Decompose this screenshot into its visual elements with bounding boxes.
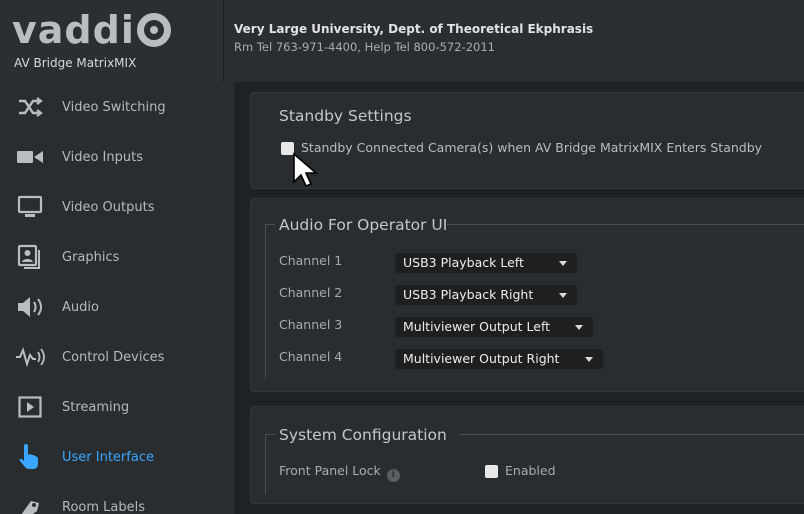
shuffle-icon [10,92,50,122]
sidebar-item-video-inputs[interactable]: Video Inputs [0,132,234,182]
audio-operator-ui-panel: Audio For Operator UI Channel 1 USB3 Pla… [250,198,804,392]
fieldset-border [265,224,266,379]
channel-3-label: Channel 3 [279,317,343,332]
header-phone-numbers: Rm Tel 763-971-4400, Help Tel 800-572-20… [234,40,495,54]
play-icon [10,392,50,422]
sidebar-item-user-interface[interactable]: User Interface [0,432,234,482]
sidebar-item-audio[interactable]: Audio [0,282,234,332]
sidebar-item-label: Streaming [62,399,130,415]
chevron-down-icon [559,261,567,266]
channel-4-select[interactable]: Multiviewer Output Right [395,349,603,369]
camera-icon [10,142,50,172]
sidebar-item-label: User Interface [62,449,154,465]
sidebar-item-label: Audio [62,299,99,315]
system-configuration-panel: System Configuration Front Panel Lock i E… [250,406,804,504]
chevron-down-icon [575,325,583,330]
info-icon[interactable]: i [386,469,400,482]
brand-logo-area: vaddi AV Bridge MatrixMIX [0,0,224,82]
standby-camera-label: Standby Connected Camera(s) when AV Brid… [301,140,763,155]
fieldset-border [265,434,266,494]
fieldset-border [265,224,275,225]
control-devices-icon [10,342,50,372]
channel-1-label: Channel 1 [279,253,343,268]
fieldset-border [459,434,804,435]
sidebar-item-label: Video Switching [62,99,166,115]
sidebar-item-label: Room Labels [62,499,145,514]
channel-2-select[interactable]: USB3 Playback Right [395,285,577,305]
logo-circle-icon [136,13,171,47]
pointing-hand-icon [10,442,50,472]
app-header: vaddi AV Bridge MatrixMIX Very Large Uni… [0,0,804,82]
chevron-down-icon [585,357,593,362]
sidebar-item-control-devices[interactable]: Control Devices [0,332,234,382]
vaddio-logo: vaddi [12,10,171,50]
main-content: Standby Settings Standby Connected Camer… [234,82,804,514]
sidebar-item-label: Video Outputs [62,199,155,215]
enabled-label: Enabled [505,463,556,478]
sidebar-nav: Video Switching Video Inputs Video Outpu… [0,82,234,514]
front-panel-lock-label: Front Panel Lock i [279,463,400,482]
fieldset-border [265,434,275,435]
sidebar-item-streaming[interactable]: Streaming [0,382,234,432]
channel-3-select[interactable]: Multiviewer Output Left [395,317,593,337]
product-name: AV Bridge MatrixMIX [14,56,137,70]
panel-title-audio: Audio For Operator UI [279,216,448,234]
monitor-icon [10,192,50,222]
sidebar-item-label: Video Inputs [62,149,143,165]
sidebar-item-label: Graphics [62,249,120,265]
standby-settings-panel: Standby Settings Standby Connected Camer… [250,92,804,189]
fieldset-border [447,224,804,225]
front-panel-lock-checkbox[interactable] [485,465,498,478]
sidebar-item-video-outputs[interactable]: Video Outputs [0,182,234,232]
sidebar-item-room-labels[interactable]: Room Labels [0,482,234,514]
speaker-icon [10,292,50,322]
sidebar-item-label: Control Devices [62,349,165,365]
header-location: Very Large University, Dept. of Theoreti… [234,22,594,36]
channel-2-label: Channel 2 [279,285,343,300]
sidebar-item-video-switching[interactable]: Video Switching [0,82,234,132]
channel-1-select[interactable]: USB3 Playback Left [395,253,577,273]
panel-title-system: System Configuration [279,426,447,444]
chevron-down-icon [559,293,567,298]
mouse-cursor-icon [293,152,319,188]
label-icon [10,492,50,514]
panel-title-standby: Standby Settings [279,107,412,125]
sidebar-item-graphics[interactable]: Graphics [0,232,234,282]
graphics-icon [10,242,50,272]
channel-4-label: Channel 4 [279,349,343,364]
